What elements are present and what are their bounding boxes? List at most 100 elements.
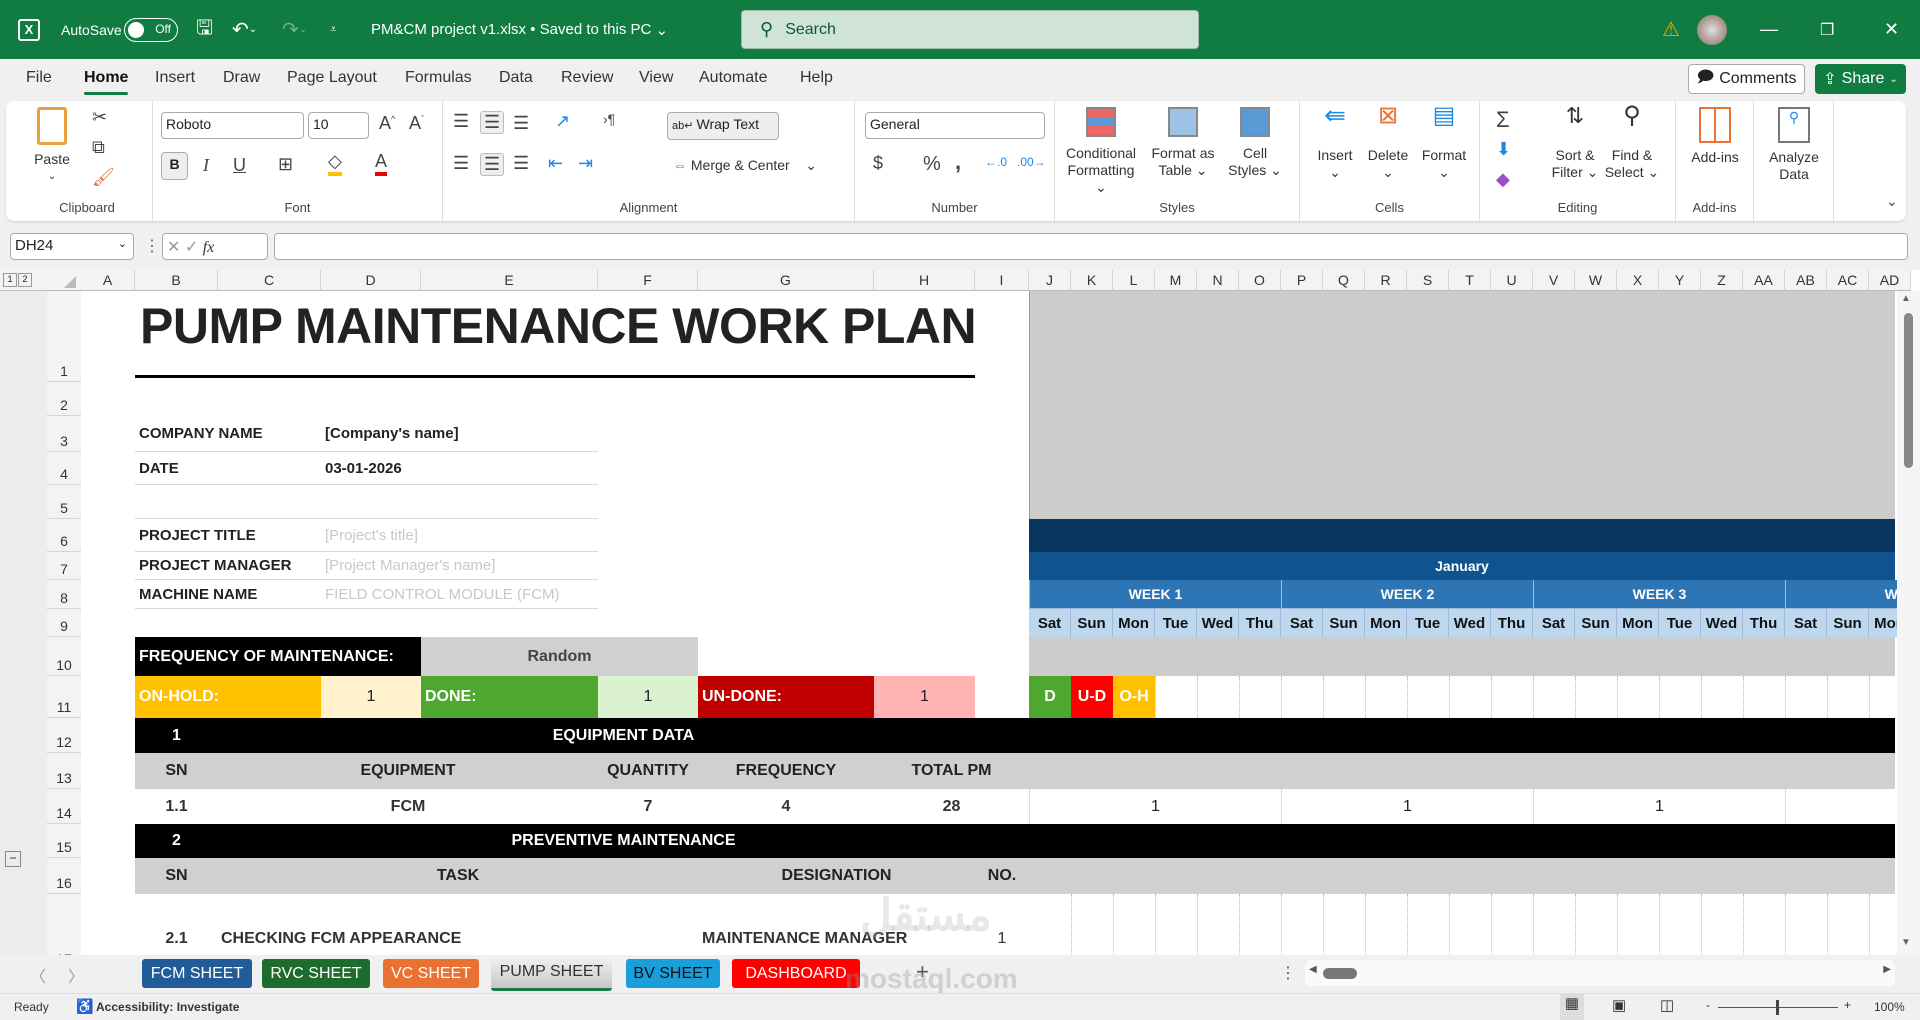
column-header[interactable]: R [1365,270,1407,291]
row-header[interactable]: 14 [47,789,81,824]
column-header[interactable]: AD [1869,270,1911,291]
column-header[interactable]: K [1071,270,1113,291]
project-manager-value[interactable]: [Project Manager's name] [321,552,598,580]
row-header[interactable]: 17 [47,894,81,955]
split-handle[interactable]: ⋮ [1280,963,1296,983]
cell-styles-button[interactable]: Cell Styles ⌄ [1225,107,1285,179]
row-header[interactable]: 6 [47,519,81,552]
insert-function-button[interactable]: fx [203,239,215,256]
align-center-icon[interactable]: ☰ [480,153,505,176]
decrease-decimal-icon[interactable]: .00→ [1017,155,1046,169]
insert-cells-button[interactable]: ⇚ Insert ⌄ [1310,102,1360,181]
tab-draw[interactable]: Draw [223,69,260,87]
find-select-button[interactable]: ⚲ Find & Select ⌄ [1604,104,1660,181]
h-scroll-thumb[interactable] [1323,968,1357,979]
column-header[interactable]: Q [1323,270,1365,291]
number-format-select[interactable]: General [865,112,1045,139]
sort-filter-button[interactable]: ⇅ Sort & Filter ⌄ [1550,105,1600,181]
scroll-right-icon[interactable]: ▶ [1883,964,1891,975]
undo-icon[interactable]: ↶ ⌄ [232,0,257,59]
machine-value[interactable]: FIELD CONTROL MODULE (FCM) [321,580,598,609]
outline-level-2[interactable]: 2 [18,273,32,287]
column-header[interactable]: J [1029,270,1071,291]
tab-automate[interactable]: Automate [699,69,767,87]
italic-button[interactable]: I [203,155,209,176]
column-header[interactable]: N [1197,270,1239,291]
format-cells-button[interactable]: ▤ Format ⌄ [1416,104,1472,181]
autosave-toggle[interactable]: Off [124,17,178,42]
column-header[interactable]: E [421,270,598,291]
column-header[interactable]: H [874,270,975,291]
tab-help[interactable]: Help [800,69,833,87]
name-box[interactable]: DH24 ⌄ [10,233,134,260]
zoom-slider[interactable] [1718,1000,1838,1015]
orientation-icon[interactable]: ↗ [555,111,570,132]
sheet-tab-fcm[interactable]: FCM SHEET [142,959,252,988]
avatar[interactable] [1697,14,1727,45]
comma-button[interactable]: , [955,149,961,175]
formula-input[interactable] [274,233,1908,260]
fill-color-icon[interactable]: ◇ [328,151,342,176]
column-header[interactable]: D [321,270,421,291]
tab-data[interactable]: Data [499,69,533,87]
customize-toolbar-icon[interactable]: ⩡ [330,0,337,59]
column-header[interactable]: W [1575,270,1617,291]
scroll-left-icon[interactable]: ◀ [1309,964,1317,975]
tab-formulas[interactable]: Formulas [405,69,472,87]
column-header[interactable]: I [975,270,1029,291]
column-header[interactable]: T [1449,270,1491,291]
sheet-tab-dashboard[interactable]: DASHBOARD [732,959,860,988]
cancel-icon[interactable]: ✕ [167,239,180,256]
tab-insert[interactable]: Insert [155,69,195,87]
enter-icon[interactable]: ✓ [185,239,198,256]
align-left-icon[interactable]: ☰ [453,153,469,174]
copy-icon[interactable]: ⧉ [92,137,105,158]
tab-file[interactable]: File [26,69,52,87]
delete-cells-button[interactable]: ⊠ Delete ⌄ [1362,104,1414,181]
row-header[interactable]: 16 [47,858,81,894]
percent-button[interactable]: % [923,153,941,176]
zoom-slider-thumb[interactable] [1776,1000,1779,1015]
worksheet[interactable]: 1 2 − A B C D E F G H I J K L M N O P Q R S T U V W X Y Z AA AB AC AD… [0,270,1920,955]
column-header[interactable]: AA [1743,270,1785,291]
row-header[interactable]: 11 [47,676,81,718]
sheet-tab-vc[interactable]: VC SHEET [383,959,479,988]
page-layout-view-icon[interactable]: ▣ [1612,996,1626,1014]
zoom-level[interactable]: 100% [1874,1000,1905,1014]
close-icon[interactable]: ✕ [1884,0,1899,59]
column-header[interactable]: AC [1827,270,1869,291]
column-header[interactable]: L [1113,270,1155,291]
cut-icon[interactable]: ✂ [92,107,107,128]
frequency-value[interactable]: Random [421,637,698,676]
column-header[interactable]: X [1617,270,1659,291]
increase-indent-icon[interactable]: ⇥ [578,153,593,174]
company-value[interactable]: [Company's name] [321,416,598,452]
date-value[interactable]: 03-01-2026 [321,452,598,485]
vertical-scrollbar[interactable]: ▲ ▼ [1897,291,1920,955]
borders-icon[interactable]: ⊞ [278,154,293,175]
tab-view[interactable]: View [639,69,673,87]
autosum-icon[interactable]: Σ [1496,107,1510,133]
accessibility-status[interactable]: Accessibility: Investigate [96,1000,239,1014]
column-header[interactable]: C [218,270,321,291]
align-bottom-icon[interactable]: ☰ [513,113,529,134]
format-painter-icon[interactable]: 🖌 [92,167,115,188]
row-header[interactable]: 10 [47,637,81,676]
column-header[interactable]: A [81,270,135,291]
project-title-value[interactable]: [Project's title] [321,519,598,552]
zoom-out-icon[interactable]: - [1706,998,1710,1012]
merge-center-button[interactable]: ⇔ Merge & Center ⌄ [673,157,817,174]
horizontal-scrollbar[interactable]: ◀ ▶ [1305,960,1895,986]
row-header[interactable]: 5 [47,485,81,519]
next-sheet-icon[interactable]: 〉 [68,963,84,987]
underline-button[interactable]: U [233,155,246,176]
format-as-table-button[interactable]: Format as Table ⌄ [1147,107,1219,179]
column-header[interactable]: S [1407,270,1449,291]
normal-view-icon[interactable]: ▦ [1560,994,1584,1020]
font-size-select[interactable]: 10 [308,112,369,139]
align-right-icon[interactable]: ☰ [513,153,529,174]
column-header[interactable]: O [1239,270,1281,291]
row-header[interactable]: 2 [47,382,81,416]
redo-icon[interactable]: ↷ ⌄ [282,0,307,59]
increase-decimal-icon[interactable]: ←.0 [985,155,1007,169]
